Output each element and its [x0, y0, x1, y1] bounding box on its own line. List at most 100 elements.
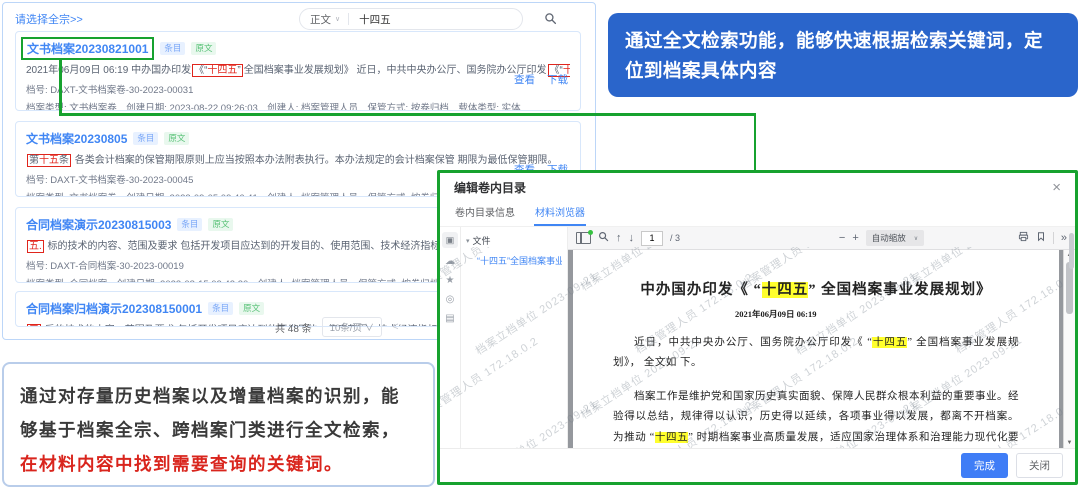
pdf-viewer: ↑ ↓ / 3 − + 自动缩放 ∨ — [568, 227, 1075, 448]
result-title-row: 文书档案20230805条目原文 — [26, 130, 570, 147]
prev-page-button[interactable]: < — [392, 321, 398, 333]
total-count: 共 48 条 — [275, 320, 312, 335]
file-tree: ▾ 文件 “十四五”全国档案事业 — [461, 227, 568, 448]
document-page: 中办国办印发《 “十四五” 全国档案事业发展规划》 2021年06月09日 06… — [573, 250, 1059, 448]
text-run: 标的技术的内容、范围及要求 包括开发项目应达到的开发目的、使用范围、技术经济指标… — [45, 241, 501, 252]
dialog-header: 编辑卷内目录 × — [440, 173, 1075, 201]
tree-item-document[interactable]: “十四五”全国档案事业 — [466, 254, 562, 267]
previous-page-icon[interactable]: ↑ — [616, 233, 622, 244]
dialog-scrollbar-thumb[interactable] — [1069, 233, 1074, 269]
text-run: 第 — [29, 155, 39, 166]
connector-line-horizontal — [59, 113, 756, 116]
page-size-label: 10条/页 — [330, 323, 362, 334]
document-paragraph: 近日，中共中央办公厅、国务院办公厅印发《 “十四五” 全国档案事业发展规划》， … — [613, 333, 1019, 374]
text-run: 2021年06月09日 06:19 中办国办印发 — [26, 65, 191, 76]
close-button[interactable]: 关闭 — [1016, 453, 1063, 478]
chevron-down-icon: ∨ — [335, 15, 340, 23]
search-keyword: 十四五 — [872, 337, 907, 348]
divider — [1053, 232, 1054, 244]
search-keyword: 十四五 — [762, 282, 809, 298]
tag-original-text: 原文 — [239, 302, 264, 315]
zoom-mode-label: 自动缩放 — [872, 232, 906, 244]
note-text-red: 在材料内容中找到需要查询的关键词。 — [20, 454, 343, 474]
tag-entry: 条目 — [177, 218, 202, 231]
callout-recognition-note: 通过对存量历史档案以及增量档案的识别，能够基于档案全宗、跨档案门类进行全文检索，… — [2, 362, 435, 487]
keyword-red-box: 第十五条 — [27, 154, 71, 167]
search-keyword: 十四五 — [207, 65, 237, 76]
text-run: 《“ — [194, 65, 207, 76]
dialog-title: 编辑卷内目录 — [454, 179, 526, 196]
result-title-row: 文书档案20230821001条目原文 — [26, 40, 570, 57]
tag-entry: 条目 — [208, 302, 233, 315]
search-bar: 正文 ∨ — [299, 8, 523, 30]
next-page-icon[interactable]: ↓ — [629, 233, 635, 244]
tag-original-text: 原文 — [164, 132, 189, 145]
pdf-scrollbar[interactable]: ▲ ▼ — [1063, 250, 1075, 448]
page-number-input[interactable] — [641, 231, 663, 246]
text-run: 中办国办印发《 “ — [640, 282, 761, 298]
search-icon[interactable] — [544, 12, 557, 30]
keyword-red-box: 五. — [27, 240, 44, 253]
result-actions: 查看下载 — [514, 72, 568, 87]
search-field-select[interactable]: 正文 ∨ — [310, 12, 340, 27]
copy-icon[interactable]: ▣ — [442, 232, 458, 248]
result-meta: 档案类型: 文书档案卷 创建日期: 2023-08-22 09:26:03 创建… — [26, 100, 570, 111]
text-run: ” 全国档案事业发展规划》 — [808, 282, 991, 298]
download-link[interactable]: 下载 — [547, 72, 568, 87]
search-keyword: 十四五 — [655, 432, 688, 443]
close-icon[interactable]: × — [1052, 180, 1061, 195]
scrollbar-thumb[interactable] — [1066, 262, 1073, 314]
result-snippet: 第十五条 各类会计档案的保管期限原则上应当按照本办法附表执行。本办法规定的会计档… — [26, 153, 570, 168]
screenshot-root: 请选择全宗>> 正文 ∨ 文书档案20230821001条目原文2021年06月… — [0, 0, 1080, 489]
tree-expander-icon[interactable]: ▾ — [466, 237, 470, 245]
tag-original-text: 原文 — [191, 42, 216, 55]
result-title-link[interactable]: 合同档案归档演示202308150001 — [26, 300, 202, 317]
confirm-button[interactable]: 完成 — [961, 453, 1008, 478]
zoom-in-icon[interactable]: + — [852, 233, 858, 244]
tree-root-label: 文件 — [473, 234, 491, 247]
scroll-down-icon[interactable]: ▼ — [1064, 440, 1075, 446]
select-fonds-link[interactable]: 请选择全宗>> — [15, 11, 83, 27]
text-run: ” — [237, 65, 240, 76]
result-docno: 档号: DAXT-文书档案卷-30-2023-00031 — [26, 82, 570, 96]
connector-line-vertical-2 — [754, 113, 757, 170]
dialog-tabs: 卷内目录信息 材料浏览器 — [440, 201, 1075, 227]
page-size-select[interactable]: 10条/页 ∨ — [322, 317, 382, 337]
sidebar-toggle-icon[interactable] — [576, 232, 591, 244]
connector-line-vertical-1 — [59, 58, 62, 115]
keyword-red-box: 五 — [27, 324, 41, 327]
layers-icon[interactable]: ▤ — [445, 314, 454, 324]
tree-root-node[interactable]: ▾ 文件 — [466, 234, 562, 247]
document-body: 近日，中共中央办公厅、国务院办公厅印发《 “十四五” 全国档案事业发展规划》， … — [613, 333, 1019, 448]
camera-icon[interactable]: ◎ — [446, 295, 455, 305]
viewer-tool-strip: ▣ ☁ ★ ◎ ▤ — [440, 227, 461, 448]
chevron-down-icon: ∨ — [914, 235, 918, 242]
search-input[interactable] — [357, 12, 512, 26]
search-keyword: 五 — [29, 325, 39, 327]
search-field-label: 正文 — [310, 12, 331, 27]
page-total-label: / 3 — [670, 233, 680, 243]
cloud-icon[interactable]: ☁ — [445, 257, 455, 267]
tab-catalog-info[interactable]: 卷内目录信息 — [454, 201, 516, 226]
result-title-link[interactable]: 文书档案20230821001 — [21, 37, 154, 60]
bookmark-icon[interactable] — [1036, 231, 1046, 245]
text-run: 各类会计档案的保管期限原则上应当按照本办法附表执行。本办法规定的会计档案保管 期… — [72, 155, 558, 166]
view-link[interactable]: 查看 — [514, 72, 535, 87]
result-card: 文书档案20230821001条目原文2021年06月09日 06:19 中办国… — [15, 31, 581, 111]
print-icon[interactable] — [1018, 231, 1029, 245]
tab-material-viewer[interactable]: 材料浏览器 — [534, 201, 586, 226]
pdf-toolbar: ↑ ↓ / 3 − + 自动缩放 ∨ — [568, 227, 1075, 250]
more-tools-icon[interactable]: » — [1061, 233, 1067, 244]
result-title-link[interactable]: 合同档案演示20230815003 — [26, 216, 171, 233]
zoom-mode-select[interactable]: 自动缩放 ∨ — [866, 230, 924, 246]
keyword-red-box: 《“十四五” — [192, 64, 243, 77]
find-icon[interactable] — [598, 231, 609, 245]
zoom-out-icon[interactable]: − — [839, 233, 845, 244]
text-run: 全国档案事业发展规划》 近日，中共中央办公厅、国务院办公厅印发 — [244, 65, 547, 76]
divider — [348, 13, 349, 25]
tag-entry: 条目 — [160, 42, 185, 55]
result-title-link[interactable]: 文书档案20230805 — [26, 130, 127, 147]
dialog-footer: 完成 关闭 — [440, 448, 1075, 482]
chevron-down-icon: ∨ — [365, 323, 375, 334]
star-icon[interactable]: ★ — [446, 276, 455, 286]
